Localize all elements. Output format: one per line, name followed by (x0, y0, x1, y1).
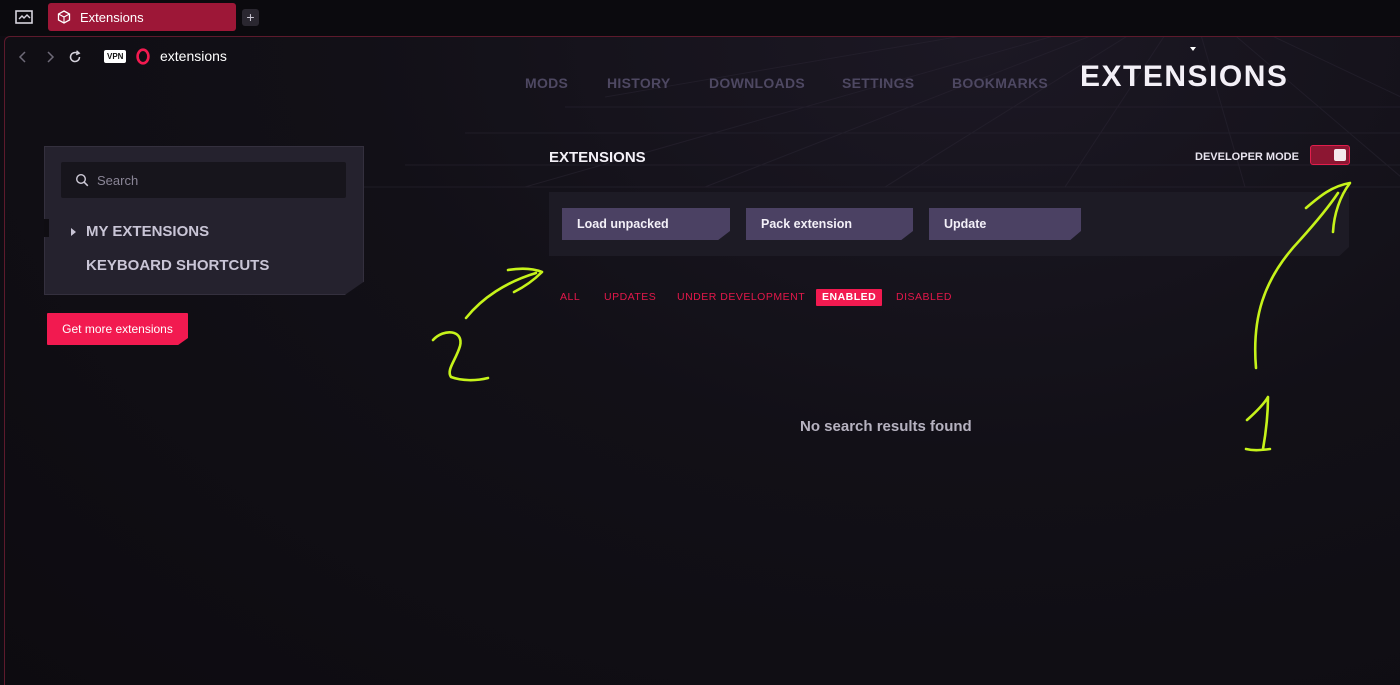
filter-under-development[interactable]: UNDER DEVELOPMENT (671, 289, 811, 306)
opera-logo-icon (136, 48, 150, 65)
nav-settings[interactable]: SETTINGS (842, 75, 914, 91)
search-input[interactable] (97, 171, 337, 189)
nav-downloads[interactable]: DOWNLOADS (709, 75, 805, 91)
forward-icon[interactable] (42, 49, 58, 65)
tab-extensions[interactable]: Extensions (48, 3, 236, 31)
filter-disabled[interactable]: DISABLED (890, 289, 958, 306)
heading-caret-icon (1190, 47, 1196, 51)
main-title: EXTENSIONS (549, 149, 646, 166)
address-url[interactable]: extensions (160, 48, 227, 64)
sidebar: MY EXTENSIONS KEYBOARD SHORTCUTS (44, 146, 364, 295)
empty-state-message: No search results found (800, 418, 972, 435)
filter-updates[interactable]: UPDATES (598, 289, 662, 306)
pack-extension-button[interactable]: Pack extension (746, 208, 913, 240)
nav-bookmarks[interactable]: BOOKMARKS (952, 75, 1048, 91)
back-icon[interactable] (15, 49, 31, 65)
new-tab-button[interactable]: + (242, 9, 259, 26)
cube-icon (57, 10, 71, 24)
page-heading: EXTENSIONS (1080, 60, 1289, 93)
tab-label: Extensions (80, 10, 144, 25)
sidebar-notch (44, 219, 49, 237)
search-box[interactable] (61, 162, 346, 198)
get-more-extensions-button[interactable]: Get more extensions (47, 313, 188, 345)
background-grid (325, 37, 1400, 188)
developer-buttons-panel: Load unpacked Pack extension Update (549, 192, 1349, 256)
expand-caret-icon[interactable] (71, 228, 76, 236)
filter-all[interactable]: ALL (554, 289, 586, 306)
developer-mode-label: DEVELOPER MODE (1195, 151, 1299, 163)
nav-mods[interactable]: MODS (525, 75, 568, 91)
developer-mode-toggle[interactable] (1310, 145, 1350, 165)
nav-history[interactable]: HISTORY (607, 75, 671, 91)
page-frame: VPN extensions (4, 36, 1400, 685)
sidebar-item-keyboard-shortcuts[interactable]: KEYBOARD SHORTCUTS (86, 257, 269, 274)
toggle-knob (1334, 149, 1346, 161)
sidebar-item-my-extensions[interactable]: MY EXTENSIONS (86, 223, 209, 240)
browser-window: Extensions + VPN extensions MODS HISTORY… (0, 0, 1400, 685)
filter-enabled[interactable]: ENABLED (816, 289, 883, 306)
gx-control-icon[interactable] (14, 8, 36, 26)
reload-icon[interactable] (67, 49, 83, 65)
vpn-badge[interactable]: VPN (104, 50, 127, 63)
update-button[interactable]: Update (929, 208, 1081, 240)
tab-strip: Extensions + (0, 0, 1400, 36)
load-unpacked-button[interactable]: Load unpacked (562, 208, 730, 240)
search-icon (75, 173, 89, 187)
